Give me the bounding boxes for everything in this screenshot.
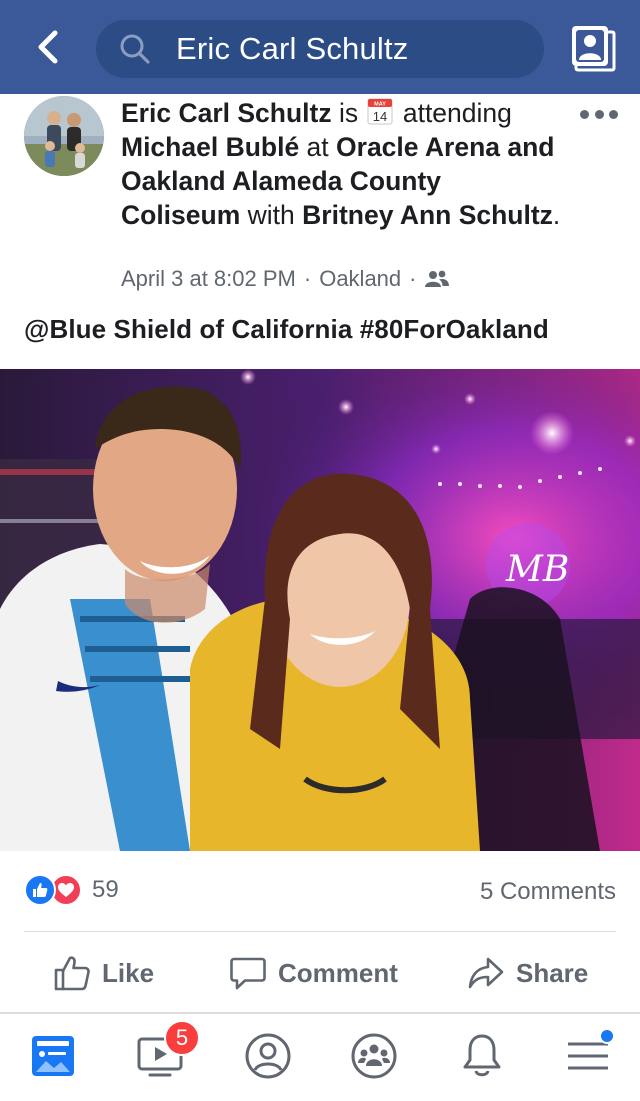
news-feed-icon <box>32 1036 74 1076</box>
search-icon <box>118 32 152 66</box>
thumbs-up-icon <box>54 956 90 991</box>
like-label: Like <box>102 957 155 988</box>
back-arrow-icon <box>38 30 58 64</box>
post-title: Eric Carl Schultz is MAY 14 attending Mi… <box>121 96 561 232</box>
profile-icon <box>245 1033 291 1079</box>
share-label: Share <box>516 957 589 988</box>
share-arrow-icon <box>468 957 504 989</box>
share-button[interactable]: Share <box>466 945 588 1001</box>
comment-label: Comment <box>278 957 398 988</box>
event-link[interactable]: Michael Bublé <box>121 132 299 162</box>
watch-notification-badge: 5 <box>164 1020 200 1056</box>
bottom-navigation <box>0 1014 640 1101</box>
attending-text: attending <box>402 98 512 128</box>
comment-bubble-icon <box>230 957 266 990</box>
more-dot-icon <box>609 109 618 119</box>
top-bar: Eric Carl Schultz <box>0 0 640 94</box>
separator-dot: · <box>409 266 417 291</box>
nav-profile[interactable] <box>240 1028 296 1084</box>
svg-text:MB: MB <box>505 549 569 590</box>
like-reaction-icon <box>24 874 56 906</box>
is-text: is <box>331 98 366 128</box>
menu-notification-dot <box>599 1028 615 1044</box>
back-button[interactable] <box>22 22 72 72</box>
post-meta: April 3 at 8:02 PM · Oakland · <box>121 266 450 292</box>
nav-news-feed[interactable] <box>25 1028 81 1084</box>
reaction-count: 59 <box>92 876 119 903</box>
comment-button[interactable]: Comment <box>228 945 398 1001</box>
friends-icon <box>425 270 450 287</box>
calendar-day: 14 <box>373 109 387 124</box>
post-actions-bar: Like Comment Share <box>0 945 640 1001</box>
post-timestamp[interactable]: April 3 at 8:02 PM <box>121 266 296 292</box>
groups-icon <box>351 1033 397 1079</box>
separator-dot: · <box>303 266 312 291</box>
post-caption: @Blue Shield of California #80ForOakland <box>24 314 549 344</box>
like-button[interactable]: Like <box>52 945 154 1001</box>
author-avatar[interactable] <box>24 96 104 176</box>
more-dot-icon <box>580 109 589 119</box>
nav-notifications[interactable] <box>454 1028 510 1084</box>
reactions-summary[interactable]: 59 <box>24 874 119 906</box>
profile-switch-icon <box>572 26 616 72</box>
post-location[interactable]: Oakland <box>319 266 401 292</box>
with-text: with <box>240 200 303 230</box>
more-dot-icon <box>594 109 604 119</box>
search-query-text: Eric Carl Schultz <box>176 31 409 66</box>
period-text: . <box>552 200 561 230</box>
search-input[interactable]: Eric Carl Schultz <box>96 20 544 78</box>
tagged-person-link[interactable]: Britney Ann Schultz <box>302 200 553 230</box>
notifications-icon <box>463 1034 501 1077</box>
more-options-button[interactable] <box>580 104 618 124</box>
nav-groups[interactable] <box>346 1028 402 1084</box>
author-name-link[interactable]: Eric Carl Schultz <box>121 98 332 128</box>
post-photo[interactable]: MB <box>0 369 640 851</box>
calendar-icon: MAY 14 <box>367 97 393 125</box>
divider <box>24 931 616 932</box>
calendar-month: MAY <box>375 102 387 108</box>
comments-count-link[interactable]: 5 Comments <box>480 878 616 906</box>
at-text: at <box>299 132 337 162</box>
profile-switch-button[interactable] <box>568 24 616 72</box>
